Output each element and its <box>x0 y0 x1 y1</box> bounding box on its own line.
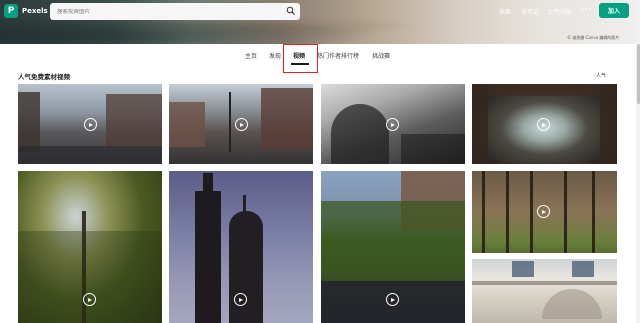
sort-dropdown[interactable]: 人气 <box>596 72 606 79</box>
video-tile[interactable] <box>169 171 313 323</box>
play-icon[interactable] <box>386 118 399 131</box>
tab-leaderboard[interactable]: 热门作者排行榜 <box>317 51 359 60</box>
pexels-page: P Pexels 探索 许可证 上传内容 ··· 加入 © 谁拍摄 Canva … <box>0 0 640 323</box>
tab-bar: 主页 发现 视频 热门作者排行榜 挑战赛 <box>0 51 640 65</box>
video-tile[interactable] <box>321 171 465 323</box>
logo-text: Pexels <box>22 7 48 15</box>
tab-home[interactable]: 主页 <box>245 51 257 60</box>
tab-discover[interactable]: 发现 <box>269 51 281 60</box>
search-icon[interactable] <box>286 6 296 16</box>
photo-credit[interactable]: © 谁拍摄 Canva 编辑的照片 <box>567 35 619 41</box>
play-icon[interactable] <box>84 118 97 131</box>
video-tile[interactable] <box>472 84 617 164</box>
more-menu-button[interactable]: ··· <box>581 5 592 14</box>
play-icon[interactable] <box>234 293 247 306</box>
play-icon[interactable] <box>83 293 96 306</box>
play-icon[interactable] <box>537 118 550 131</box>
nav-upload-link[interactable]: 上传内容 <box>547 7 571 16</box>
nav-discover-link[interactable]: 探索 <box>499 7 511 16</box>
search-input[interactable] <box>57 8 282 15</box>
tab-challenges[interactable]: 挑战赛 <box>372 51 390 60</box>
top-navigation: P Pexels 探索 许可证 上传内容 ··· 加入 <box>0 0 640 22</box>
video-tile[interactable] <box>169 84 313 164</box>
section-title: 人气免费素材视频 <box>18 73 70 81</box>
pexels-logo[interactable]: P Pexels <box>4 4 48 18</box>
join-button[interactable]: 加入 <box>599 3 629 18</box>
video-tile[interactable] <box>18 84 162 164</box>
video-tile[interactable] <box>18 171 162 323</box>
search-bar <box>50 3 300 20</box>
scrollbar-thumb[interactable] <box>636 44 640 104</box>
play-icon[interactable] <box>235 118 248 131</box>
highlight-box <box>283 44 318 73</box>
play-icon[interactable] <box>386 293 399 306</box>
video-tile[interactable] <box>472 259 617 323</box>
nav-license-link[interactable]: 许可证 <box>521 7 539 16</box>
video-tile[interactable] <box>472 171 617 253</box>
logo-icon: P <box>4 4 18 18</box>
scrollbar[interactable] <box>636 0 640 323</box>
video-tile[interactable] <box>321 84 465 164</box>
play-icon[interactable] <box>537 205 550 218</box>
